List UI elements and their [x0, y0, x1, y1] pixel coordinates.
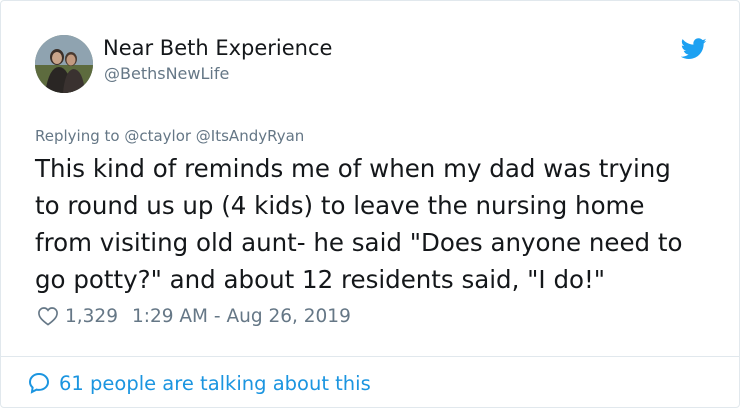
replying-to[interactable]: Replying to @ctaylor @ItsAndyRyan [35, 127, 304, 145]
like-count[interactable]: 1,329 [65, 306, 118, 327]
avatar-photo [35, 35, 93, 93]
conversation-link[interactable]: 61 people are talking about this [27, 370, 371, 396]
timestamp[interactable]: 1:29 AM - Aug 26, 2019 [132, 306, 351, 327]
heart-outline-icon[interactable] [37, 306, 59, 326]
divider [1, 356, 739, 357]
avatar[interactable] [35, 35, 93, 93]
tweet-text: This kind of reminds me of when my dad w… [35, 154, 683, 294]
speech-bubble-icon [28, 372, 50, 394]
conversation-label[interactable]: 61 people are talking about this [59, 372, 371, 395]
author-display-name[interactable]: Near Beth Experience [103, 36, 332, 60]
tweet-card: Near Beth Experience @BethsNewLife Reply… [0, 0, 740, 408]
tweet-meta: 1,329 1:29 AM - Aug 26, 2019 [37, 304, 351, 328]
author-handle[interactable]: @BethsNewLife [104, 64, 229, 83]
twitter-bird-icon[interactable] [681, 38, 707, 60]
